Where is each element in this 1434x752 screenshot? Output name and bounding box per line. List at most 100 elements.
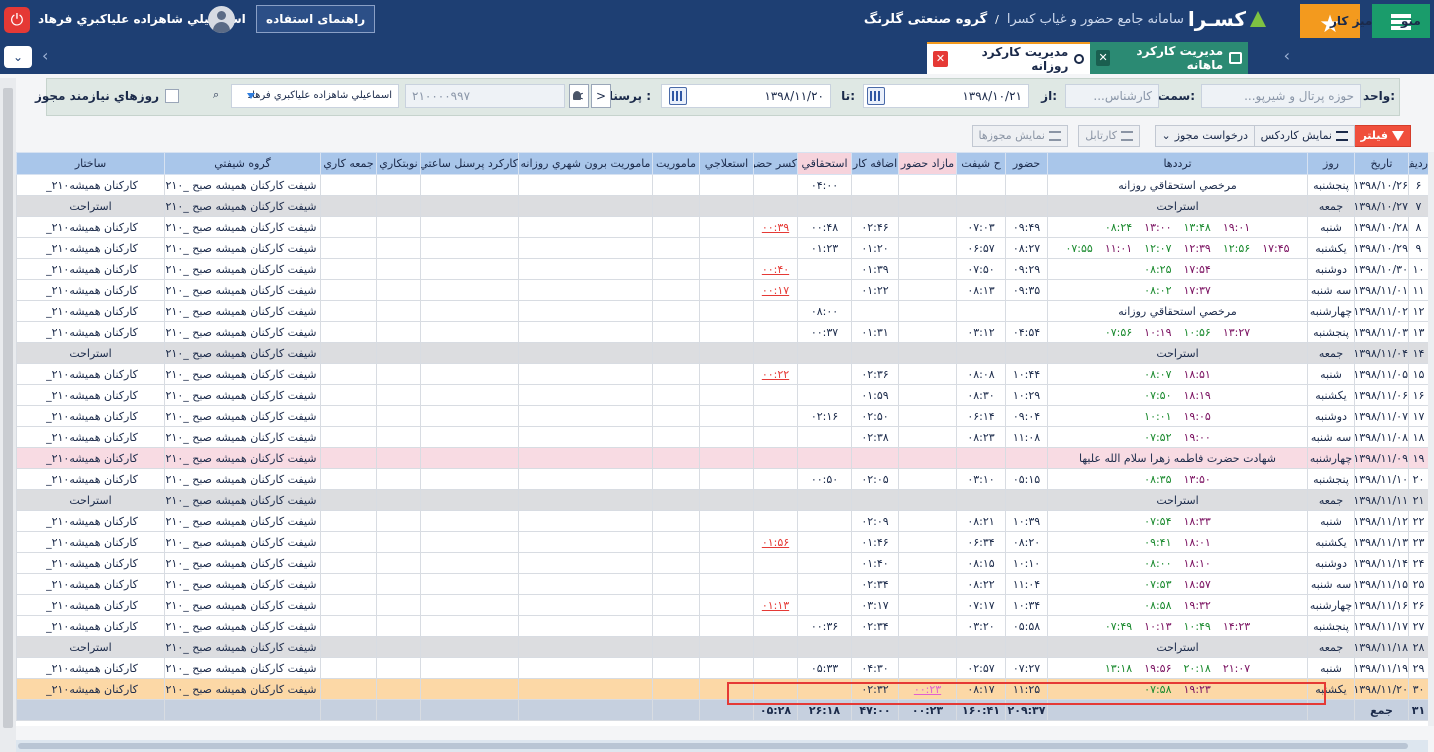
tab-daily-work[interactable]: مدیریت کارکرد روزانه ✕ xyxy=(927,42,1090,74)
extra-presence-cell[interactable]: ۰۰:۲۳ xyxy=(898,678,957,700)
table-row[interactable]: ۲۵ ۱۳۹۸/۱۱/۱۵ سه شنبه ۰۷:۵۳ ۱۸:۵۷ ۱۱:۰۴ ۰۸:۲۲ ۰… xyxy=(16,573,1428,595)
empty-cell xyxy=(699,594,754,616)
empty-cell xyxy=(652,699,700,721)
deficit-cell[interactable]: ۰۰:۱۷ xyxy=(753,279,798,301)
traffic-cell: ۰۸:۲۵ ۱۷:۵۴ xyxy=(1047,258,1308,280)
table-row[interactable]: ۱۵ ۱۳۹۸/۱۱/۰۵ شنبه ۰۸:۰۷ ۱۸:۵۱ ۱۰:۴۴ ۰۸:۰۸ ۰۲:۳… xyxy=(16,363,1428,385)
hscroll-thumb[interactable] xyxy=(18,743,1408,749)
table-row[interactable]: ۳۰ ۱۳۹۸/۱۱/۲۰ يکشنبه ۰۷:۵۸ ۱۹:۲۳ ۱۱:۲۵ ۰۸:۱۷ ۰۰… xyxy=(16,678,1428,700)
table-row[interactable]: ۱۱ ۱۳۹۸/۱۱/۰۱ سه شنبه ۰۸:۰۲ ۱۷:۳۷ ۰۹:۳۵ ۰۸:۱۳ ۰… xyxy=(16,279,1428,301)
deficit-cell[interactable]: ۰۰:۲۲ xyxy=(753,363,798,385)
deficit-cell[interactable]: ۰۰:۳۹ xyxy=(753,216,798,238)
deficit-link[interactable]: ۰۰:۱۷ xyxy=(762,284,789,297)
table-row[interactable]: ۱۹ ۱۳۹۸/۱۱/۰۹ چهارشنبه شهادت حضرت فاطمه زهر… xyxy=(16,447,1428,469)
deficit-link[interactable]: ۰۰:۲۲ xyxy=(762,368,789,381)
empty-cell xyxy=(518,636,653,658)
avatar[interactable] xyxy=(208,6,235,33)
deficit-link[interactable]: ۰۰:۳۹ xyxy=(762,221,789,234)
post-field[interactable]: کارشناس... xyxy=(1065,84,1159,108)
table-row[interactable]: ۱۳ ۱۳۹۸/۱۱/۰۳ پنجشنبه ۰۷:۵۶ ۱۰:۱۹ ۱۰:۵۶ ۱۳:۲۷ ۰… xyxy=(16,321,1428,343)
deficit-cell[interactable]: ۰۱:۵۶ xyxy=(753,531,798,553)
personnel-name-field[interactable]: اسماعيلي شاهزاده علياكبري فرهاد xyxy=(231,84,399,108)
column-header[interactable]: جمعه کاري xyxy=(320,152,377,175)
column-header[interactable]: استحقاقي xyxy=(797,152,852,175)
search-icon[interactable]: ⌕ xyxy=(213,88,227,104)
column-header[interactable]: گروه شيفتي xyxy=(164,152,321,175)
close-daily-tab-icon[interactable]: ✕ xyxy=(933,51,949,67)
extra-presence-cell xyxy=(898,405,957,427)
column-header[interactable]: کسر حضور xyxy=(753,152,798,175)
table-row[interactable]: ۲۲ ۱۳۹۸/۱۱/۱۲ شنبه ۰۷:۵۴ ۱۸:۳۳ ۱۰:۳۹ ۰۸:۲۱ ۰۲:۰… xyxy=(16,510,1428,532)
table-row[interactable]: ۷ ۱۳۹۸/۱۰/۲۷ جمعه استراحت شيفت کارکنان هميشه… xyxy=(16,195,1428,217)
traffic-cell: ۱۳:۱۸ ۱۹:۵۶ ۲۰:۱۸ ۲۱:۰۷ xyxy=(1047,657,1308,679)
table-row[interactable]: ۶ ۱۳۹۸/۱۰/۲۶ پنجشنبه مرخصي استحقاقي روزانه ۰… xyxy=(16,174,1428,196)
row-number: ۱۵ xyxy=(1408,363,1428,385)
table-row[interactable]: ۲۶ ۱۳۹۸/۱۱/۱۶ چهارشنبه ۰۸:۵۸ ۱۹:۳۲ ۱۰:۳۴ ۰۷:۱۷… xyxy=(16,594,1428,616)
filter-button[interactable]: فيلتر xyxy=(1353,125,1411,147)
grid-vertical-scrollbar[interactable] xyxy=(1428,152,1434,726)
table-row[interactable]: ۹ ۱۳۹۸/۱۰/۲۹ يکشنبه ۰۷:۵۵ ۱۱:۰۱ ۱۲:۰۷ ۱۲:۳۹ ۱۲:… xyxy=(16,237,1428,259)
column-header[interactable]: مازاد حضور xyxy=(898,152,957,175)
column-header[interactable]: اضافه کار xyxy=(851,152,899,175)
deficit-link[interactable]: ۰۱:۱۳ xyxy=(762,599,789,612)
empty-cell xyxy=(699,678,754,700)
table-row[interactable]: ۱۷ ۱۳۹۸/۱۱/۰۷ دوشنبه ۱۰:۰۱ ۱۹:۰۵ ۰۹:۰۴ ۰۶:۱۴ ۰۲… xyxy=(16,405,1428,427)
column-header[interactable]: استعلاجي xyxy=(699,152,754,175)
deficit-link[interactable]: ۰۰:۴۰ xyxy=(762,263,789,276)
table-row[interactable]: ۲۳ ۱۳۹۸/۱۱/۱۳ يکشنبه ۰۹:۴۱ ۱۸:۰۱ ۰۸:۲۰ ۰۶:۳۴ ۰۱… xyxy=(16,531,1428,553)
scroll-thumb[interactable] xyxy=(3,88,13,728)
table-row[interactable]: ۲۹ ۱۳۹۸/۱۱/۱۹ شنبه ۱۳:۱۸ ۱۹:۵۶ ۲۰:۱۸ ۲۱:۰۷ ۰۷:۲… xyxy=(16,657,1428,679)
deficit-link[interactable]: ۰۱:۵۶ xyxy=(762,536,789,549)
table-row[interactable]: ۱۰ ۱۳۹۸/۱۰/۳۰ دوشنبه ۰۸:۲۵ ۱۷:۵۴ ۰۹:۲۹ ۰۷:۵۰ ۰۱… xyxy=(16,258,1428,280)
request-permit-dropdown[interactable]: درخواست مجوز ⌄ xyxy=(1154,125,1255,147)
structure-cell: استراحت xyxy=(16,195,165,217)
table-row[interactable]: ۱۶ ۱۳۹۸/۱۱/۰۶ يکشنبه ۰۷:۵۰ ۱۸:۱۹ ۱۰:۲۹ ۰۸:۳۰ ۰۱… xyxy=(16,384,1428,406)
column-header[interactable]: ماموريت xyxy=(652,152,700,175)
calendar-from-icon[interactable] xyxy=(867,87,885,105)
column-header[interactable]: روز xyxy=(1307,152,1355,175)
table-row[interactable]: ۲۱ ۱۳۹۸/۱۱/۱۱ جمعه استراحت شيفت کارکنان هميش… xyxy=(16,489,1428,511)
deficit-cell[interactable]: ۰۰:۴۰ xyxy=(753,258,798,280)
deficit-cell[interactable]: ۰۱:۱۳ xyxy=(753,594,798,616)
column-header[interactable]: رديف xyxy=(1408,152,1428,175)
grid-horizontal-scrollbar[interactable] xyxy=(16,740,1428,752)
empty-cell xyxy=(699,447,754,469)
page-vertical-scrollbar[interactable] xyxy=(0,78,16,752)
from-date-field[interactable]: ۱۳۹۸/۱۰/۲۱ xyxy=(863,84,1029,108)
column-header[interactable]: ترددها xyxy=(1047,152,1308,175)
column-header[interactable]: تاريخ xyxy=(1354,152,1409,175)
show-permits-button[interactable]: نمايش مجوزها xyxy=(971,125,1068,147)
column-header[interactable]: ماموريت برون شهري روزانه xyxy=(518,152,653,175)
tabs-dropdown-button[interactable]: ⌄ xyxy=(4,46,32,68)
calendar-to-icon[interactable] xyxy=(669,87,687,105)
tabs-scroll-right-icon[interactable]: ‹ xyxy=(1284,46,1290,65)
table-row[interactable]: ۲۸ ۱۳۹۸/۱۱/۱۸ جمعه استراحت شيفت کارکنان هميش… xyxy=(16,636,1428,658)
table-row[interactable]: ۲۷ ۱۳۹۸/۱۱/۱۷ پنجشنبه ۰۷:۴۹ ۱۰:۱۳ ۱۰:۴۹ ۱۴:۲۳ ۰… xyxy=(16,615,1428,637)
personnel-code-field[interactable]: ۲۱۰۰۰۰۹۹۷ xyxy=(405,84,565,108)
close-monthly-tab-icon[interactable]: ✕ xyxy=(1096,50,1111,66)
traffic-cell: ۰۷:۵۵ ۱۱:۰۱ ۱۲:۰۷ ۱۲:۳۹ ۱۲:۵۶ ۱۷:۴۵ xyxy=(1047,237,1308,259)
table-row[interactable]: ۱۸ ۱۳۹۸/۱۱/۰۸ سه شنبه ۰۷:۵۲ ۱۹:۰۰ ۱۱:۰۸ ۰۸:۲۳ ۰… xyxy=(16,426,1428,448)
next-personnel-button[interactable]: > xyxy=(591,84,611,108)
funnel-icon xyxy=(1392,131,1404,141)
column-header[interactable]: حضور xyxy=(1005,152,1048,175)
show-cardex-button[interactable]: نمايش کاردکس xyxy=(1253,125,1355,147)
column-header[interactable]: کارکرد پرسنل ساعتي xyxy=(420,152,519,175)
table-row[interactable]: ۲۴ ۱۳۹۸/۱۱/۱۴ دوشنبه ۰۸:۰۰ ۱۸:۱۰ ۱۰:۱۰ ۰۸:۱۵ ۰۱… xyxy=(16,552,1428,574)
table-row[interactable]: ۱۲ ۱۳۹۸/۱۱/۰۲ چهارشنبه مرخصي استحقاقي روزان… xyxy=(16,300,1428,322)
tabs-scroll-left-icon[interactable]: ‹ xyxy=(42,46,48,65)
extra-presence-link[interactable]: ۰۰:۲۳ xyxy=(914,683,941,696)
table-row[interactable]: ۸ ۱۳۹۸/۱۰/۲۸ شنبه ۰۸:۲۴ ۱۳:۰۰ ۱۳:۴۸ ۱۹:۰۱ ۰۹:۴۹… xyxy=(16,216,1428,238)
cardtabl-button[interactable]: کارتابل xyxy=(1078,125,1140,147)
column-header[interactable]: نوبتکاري xyxy=(376,152,421,175)
help-button[interactable]: راهنمای استفاده xyxy=(256,5,376,33)
logout-power-button[interactable]: ⏻ xyxy=(4,7,30,33)
table-row[interactable]: ۱۴ ۱۳۹۸/۱۱/۰۴ جمعه استراحت شيفت کارکنان هميش… xyxy=(16,342,1428,364)
column-header[interactable]: ح شیفت xyxy=(956,152,1006,175)
shift-group-cell: شيفت کارکنان هميشه صبح _۲۱۰ xyxy=(164,363,321,385)
permit-days-checkbox[interactable] xyxy=(165,89,179,103)
column-header[interactable]: ساختار xyxy=(16,152,165,175)
table-row[interactable]: ۲۰ ۱۳۹۸/۱۱/۱۰ پنجشنبه ۰۸:۳۵ ۱۳:۵۰ ۰۵:۱۵ ۰۳:۱۰ ۰… xyxy=(16,468,1428,490)
tab-monthly-work[interactable]: مدیریت کارکرد ماهانه ✕ xyxy=(1090,42,1248,74)
unit-field[interactable]: حوزه پرتال و شيرپو... xyxy=(1201,84,1361,108)
